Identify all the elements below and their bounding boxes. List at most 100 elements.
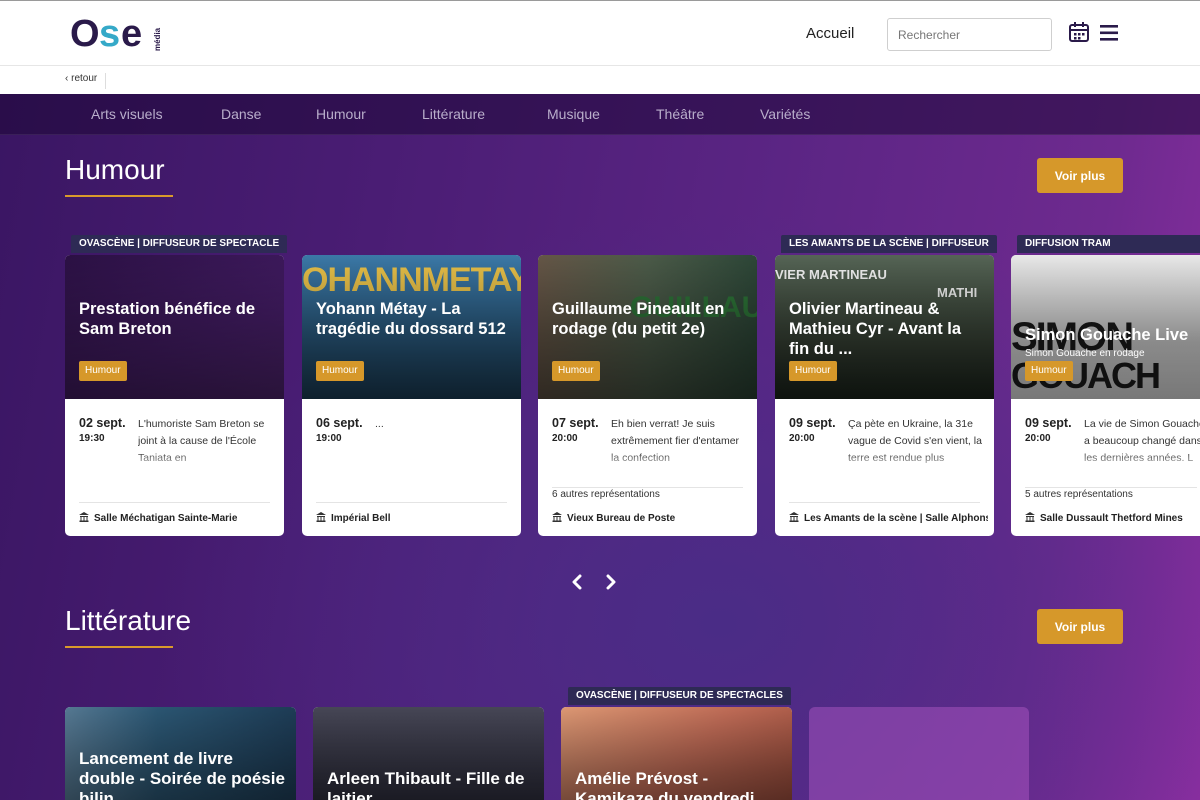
event-image: Amélie Prévost - Kamikaze du vendredi [561,707,792,800]
event-image: Arleen Thibault - Fille de laitier [313,707,544,800]
presenter-tag: LES AMANTS DE LA SCÈNE | DIFFUSEUR [781,235,997,253]
card-divider [789,502,980,503]
description-fade [1084,451,1200,471]
event-card[interactable]: Amélie Prévost - Kamikaze du vendredi [561,707,792,800]
svg-text:O: O [70,13,100,55]
description-fade [611,451,757,471]
carousel-prev-arrow-icon[interactable] [569,574,585,590]
category-humour[interactable]: Humour [316,106,366,122]
search-input[interactable] [887,18,1052,51]
genre-badge: Humour [316,361,364,381]
event-image: Lancement de livre double - Soirée de po… [65,707,296,800]
event-date: 07 sept. [552,416,599,430]
event-date: 09 sept. [1025,416,1072,430]
venue-building-icon [552,512,562,522]
voir-plus-litterature-button[interactable]: Voir plus [1037,609,1123,644]
hamburger-menu-icon[interactable] [1098,24,1120,42]
event-card[interactable]: Arleen Thibault - Fille de laitier [313,707,544,800]
section-title-humour: Humour [65,154,165,185]
card-divider [79,502,270,503]
event-venue: Salle Méchatigan Sainte-Marie [79,512,278,524]
osemedia-logo[interactable]: O s e média [70,13,165,55]
voir-plus-humour-button[interactable]: Voir plus [1037,158,1123,193]
event-date: 06 sept. [316,416,363,430]
event-time: 20:00 [552,433,578,444]
placeholder-card [809,707,1029,800]
card-divider [1025,487,1197,488]
presenter-tag: OVASCÈNE | DIFFUSEUR DE SPECTACLE [71,235,288,253]
calendar-icon[interactable] [1068,21,1090,43]
event-image: GUILLAU Guillaume Pineault en rodage (du… [538,255,757,399]
category-nav: Arts visuels Danse Humour Littérature Mu… [0,94,1200,135]
event-card[interactable]: OHANNMETAY Yohann Métay - La tragédie du… [302,255,521,536]
event-image: VIER MARTINEAU MATHI Olivier Martineau &… [775,255,994,399]
main-content: Arts visuels Danse Humour Littérature Mu… [0,94,1200,800]
event-card[interactable]: Lancement de livre double - Soirée de po… [65,707,296,800]
event-card[interactable]: VIER MARTINEAU MATHI Olivier Martineau &… [775,255,994,536]
event-time: 19:00 [316,433,342,444]
event-card[interactable]: Prestation bénéfice de Sam Breton Humour… [65,255,284,536]
venue-building-icon [316,512,326,522]
event-time: 19:30 [79,433,105,444]
more-performances: 6 autres représentations [552,489,660,500]
presenter-tag: OVASCÈNE | DIFFUSEUR DE SPECTACLES [568,687,791,705]
event-subtitle: Simon Gouache en rodage [1025,348,1145,359]
category-theatre[interactable]: Théâtre [656,106,704,122]
category-danse[interactable]: Danse [221,106,261,122]
venue-name: Les Amants de la scène | Salle Alphonse [804,513,988,524]
event-title: Arleen Thibault - Fille de laitier [327,769,525,800]
genre-badge: Humour [552,361,600,381]
event-title: Lancement de livre double - Soirée de po… [79,749,285,800]
event-image: Prestation bénéfice de Sam Breton Humour [65,255,284,399]
event-title: Yohann Métay - La tragédie du dossard 51… [316,300,506,338]
venue-name: Salle Méchatigan Sainte-Marie [94,513,238,524]
venue-name: Vieux Bureau de Poste [567,513,676,524]
svg-text:média: média [153,27,162,51]
category-litterature[interactable]: Littérature [422,106,485,122]
carousel-next-arrow-icon[interactable] [603,574,619,590]
description-fade [138,451,284,471]
venue-name: Impérial Bell [331,513,391,524]
svg-text:e: e [121,13,142,55]
event-image: SIMON GOUACH Simon Gouache Live Simon Go… [1011,255,1200,399]
event-venue: Les Amants de la scène | Salle Alphonse [789,512,988,524]
top-header: O s e média Accueil [0,0,1200,66]
category-varietes[interactable]: Variétés [760,106,810,122]
event-title: Olivier Martineau & Mathieu Cyr - Avant … [789,300,962,358]
event-time: 20:00 [789,433,815,444]
genre-badge: Humour [79,361,127,381]
venue-building-icon [79,512,89,522]
nav-accueil-link[interactable]: Accueil [806,25,854,42]
section-title-litterature: Littérature [65,605,192,636]
event-card[interactable]: SIMON GOUACH Simon Gouache Live Simon Go… [1011,255,1200,536]
svg-text:s: s [99,13,120,55]
event-title: Simon Gouache Live [1025,326,1189,344]
section-underline [65,646,173,648]
event-title: Amélie Prévost - Kamikaze du vendredi [575,769,755,800]
section-underline [65,195,173,197]
breadcrumb-bar: ‹ retour [0,66,1200,94]
category-musique[interactable]: Musique [547,106,600,122]
event-venue: Vieux Bureau de Poste [552,512,751,524]
venue-name: Salle Dussault Thetford Mines [1040,513,1183,524]
event-description: ... [375,418,384,430]
event-title: Prestation bénéfice de Sam Breton [79,300,256,338]
category-arts-visuels[interactable]: Arts visuels [91,106,163,122]
description-fade [848,451,994,471]
venue-building-icon [1025,512,1035,522]
card-divider [316,502,507,503]
event-title: Guillaume Pineault en rodage (du petit 2… [552,300,725,338]
event-date: 09 sept. [789,416,836,430]
card-divider [552,487,743,488]
event-time: 20:00 [1025,433,1051,444]
event-venue: Salle Dussault Thetford Mines [1025,512,1200,524]
presenter-tag: DIFFUSION TRAM [1017,235,1200,253]
event-card[interactable]: GUILLAU Guillaume Pineault en rodage (du… [538,255,757,536]
event-image: OHANNMETAY Yohann Métay - La tragédie du… [302,255,521,399]
venue-building-icon [789,512,799,522]
genre-badge: Humour [789,361,837,381]
event-venue: Impérial Bell [316,512,515,524]
back-link[interactable]: ‹ retour [65,73,107,89]
event-date: 02 sept. [79,416,126,430]
more-performances: 5 autres représentations [1025,489,1133,500]
